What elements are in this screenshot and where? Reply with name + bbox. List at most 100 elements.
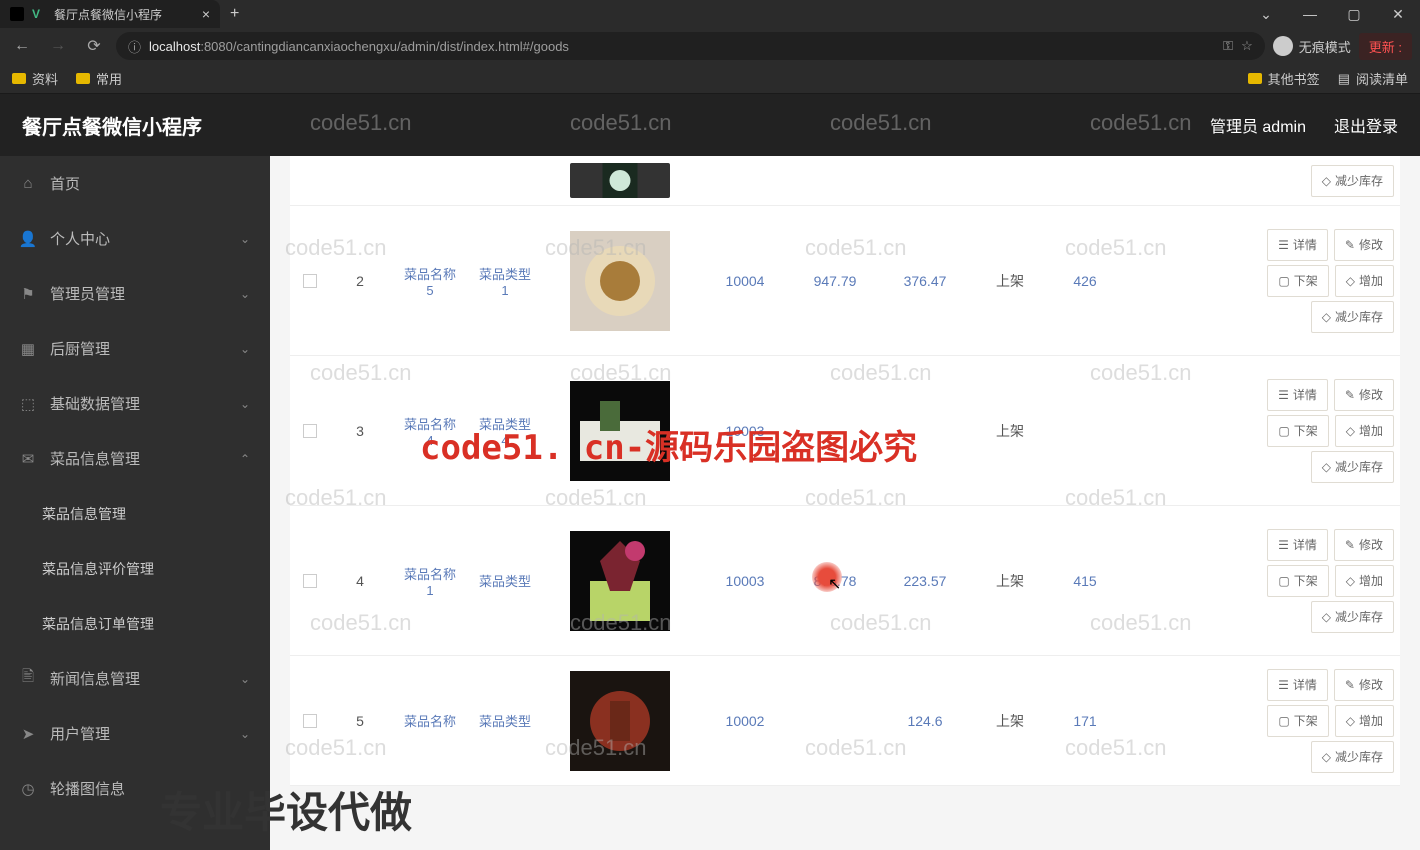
reduce-stock-button[interactable]: ◇ 减少库存 [1311, 301, 1394, 333]
clock-icon: ◷ [20, 781, 36, 797]
status-value: 上架 [970, 267, 1050, 295]
stock-value: 10003 [700, 569, 790, 593]
sidebar-item-dish-info[interactable]: 菜品信息管理 [0, 486, 270, 541]
url-input[interactable]: ⓘ localhost:8080/cantingdiancanxiaocheng… [116, 32, 1265, 60]
sidebar-item-user[interactable]: ➤用户管理⌄ [0, 706, 270, 761]
edit-button[interactable]: ✎ 修改 [1334, 379, 1394, 411]
row-checkbox[interactable] [303, 424, 317, 438]
detail-button[interactable]: ☰ 详情 [1267, 669, 1328, 701]
col-type-label: 菜品类型 [479, 414, 531, 433]
dish-thumbnail[interactable] [570, 231, 670, 331]
row-checkbox[interactable] [303, 274, 317, 288]
edit-button[interactable]: ✎ 修改 [1334, 529, 1394, 561]
close-icon[interactable]: × [202, 6, 210, 22]
vue-icon: V [32, 7, 46, 21]
reading-list[interactable]: ▤阅读清单 [1338, 69, 1408, 88]
offshelf-button[interactable]: ▢ 下架 [1267, 705, 1328, 737]
price-value: 124.6 [880, 709, 970, 733]
dish-thumbnail[interactable] [570, 671, 670, 771]
stock-value: 10004 [700, 269, 790, 293]
browser-tab[interactable]: V 餐厅点餐微信小程序 × [0, 0, 220, 28]
status-value: 上架 [970, 417, 1050, 445]
app-container: 餐厅点餐微信小程序 管理员 admin 退出登录 ⌂首页 👤个人中心⌄ ⚑管理员… [0, 94, 1420, 850]
dish-thumbnail[interactable] [570, 381, 670, 481]
close-window-icon[interactable]: ✕ [1376, 0, 1420, 28]
reduce-stock-button[interactable]: ◇ 减少库存 [1311, 451, 1394, 483]
address-bar: ← → ⟳ ⓘ localhost:8080/cantingdiancanxia… [0, 28, 1420, 64]
sidebar-item-admin[interactable]: ⚑管理员管理⌄ [0, 266, 270, 321]
add-stock-button[interactable]: ◇ 增加 [1335, 415, 1394, 447]
maximize-icon[interactable]: ▢ [1332, 0, 1376, 28]
tab-favicon-icon [10, 7, 24, 21]
key-icon[interactable]: ⚿ [1223, 38, 1233, 54]
bookmark-folder[interactable]: 资料 [12, 69, 58, 88]
row-checkbox[interactable] [303, 574, 317, 588]
chevron-down-icon: ⌄ [240, 287, 250, 301]
chevron-down-icon: ⌄ [240, 342, 250, 356]
add-stock-button[interactable]: ◇ 增加 [1335, 265, 1394, 297]
folder-icon [1248, 73, 1262, 84]
sidebar-item-personal[interactable]: 👤个人中心⌄ [0, 211, 270, 266]
star-icon[interactable]: ☆ [1241, 38, 1253, 54]
detail-button[interactable]: ☰ 详情 [1267, 379, 1328, 411]
sidebar-item-dish[interactable]: ✉菜品信息管理⌃ [0, 431, 270, 486]
bookmarks-bar: 资料 常用 其他书签 ▤阅读清单 [0, 64, 1420, 94]
chevron-down-icon[interactable]: ⌄ [1244, 0, 1288, 28]
row-checkbox[interactable] [303, 714, 317, 728]
clicks-value: 171 [1050, 709, 1120, 733]
clicks-value: 426 [1050, 269, 1120, 293]
row-index: 2 [330, 269, 390, 293]
offshelf-button[interactable]: ▢ 下架 [1267, 265, 1328, 297]
dish-thumbnail[interactable] [570, 163, 670, 198]
sidebar-item-dish-order[interactable]: 菜品信息订单管理 [0, 596, 270, 651]
chevron-up-icon: ⌃ [240, 452, 250, 466]
chevron-down-icon: ⌄ [240, 232, 250, 246]
forward-icon[interactable]: → [44, 32, 72, 60]
app-header: 餐厅点餐微信小程序 管理员 admin 退出登录 [0, 94, 1420, 156]
detail-button[interactable]: ☰ 详情 [1267, 229, 1328, 261]
sidebar-item-basic[interactable]: ⬚基础数据管理⌄ [0, 376, 270, 431]
reload-icon[interactable]: ⟳ [80, 32, 108, 60]
mail-icon: ✉ [20, 451, 36, 467]
add-stock-button[interactable]: ◇ 增加 [1335, 565, 1394, 597]
offshelf-button[interactable]: ▢ 下架 [1267, 415, 1328, 447]
app-title: 餐厅点餐微信小程序 [22, 111, 202, 140]
logout-link[interactable]: 退出登录 [1334, 113, 1398, 137]
stock-value: 10003 [700, 419, 790, 443]
edit-button[interactable]: ✎ 修改 [1334, 669, 1394, 701]
table-row: 2 菜品名称5 菜品类型1 10004 947.79 376.47 上架 426… [290, 206, 1400, 356]
crop-icon: ⬚ [20, 396, 36, 412]
offshelf-button[interactable]: ▢ 下架 [1267, 565, 1328, 597]
header-user[interactable]: 管理员 admin [1210, 113, 1306, 137]
bookmark-folder[interactable]: 常用 [76, 69, 122, 88]
edit-button[interactable]: ✎ 修改 [1334, 229, 1394, 261]
user-icon: 👤 [20, 231, 36, 247]
update-button[interactable]: 更新 : [1359, 33, 1412, 60]
sidebar-item-news[interactable]: 🖹新闻信息管理⌄ [0, 651, 270, 706]
sidebar-item-dish-review[interactable]: 菜品信息评价管理 [0, 541, 270, 596]
other-bookmarks[interactable]: 其他书签 [1248, 69, 1320, 88]
dish-thumbnail[interactable] [570, 531, 670, 631]
row-index: 4 [330, 569, 390, 593]
minimize-icon[interactable]: — [1288, 0, 1332, 28]
table-row: 3 菜品名称4 菜品类型4 10003 上架 ☰ 详情 ✎ 修改 ▢ 下架 ◇ … [290, 356, 1400, 506]
new-tab-button[interactable]: + [220, 5, 249, 23]
sidebar-item-carousel[interactable]: ◷轮播图信息 [0, 761, 270, 816]
folder-icon [76, 73, 90, 84]
reduce-stock-button[interactable]: ◇ 减少库存 [1311, 165, 1394, 197]
table-row: 5 菜品名称 菜品类型 10002 124.6 上架 171 ☰ 详情 ✎ 修改… [290, 656, 1400, 786]
detail-button[interactable]: ☰ 详情 [1267, 529, 1328, 561]
content-area: ◇ 减少库存 2 菜品名称5 菜品类型1 10004 947.79 376.47… [270, 156, 1420, 850]
col-name-label: 菜品名称 [404, 414, 456, 433]
reduce-stock-button[interactable]: ◇ 减少库存 [1311, 601, 1394, 633]
add-stock-button[interactable]: ◇ 增加 [1335, 705, 1394, 737]
url-port: :8080 [200, 39, 233, 54]
col-name-label: 菜品名称 [404, 711, 456, 730]
reduce-stock-button[interactable]: ◇ 减少库存 [1311, 741, 1394, 773]
sidebar-item-kitchen[interactable]: ▦后厨管理⌄ [0, 321, 270, 376]
chevron-down-icon: ⌄ [240, 672, 250, 686]
flag-icon: ⚑ [20, 286, 36, 302]
incognito-indicator[interactable]: 无痕模式 [1273, 36, 1351, 56]
sidebar-item-home[interactable]: ⌂首页 [0, 156, 270, 211]
back-icon[interactable]: ← [8, 32, 36, 60]
